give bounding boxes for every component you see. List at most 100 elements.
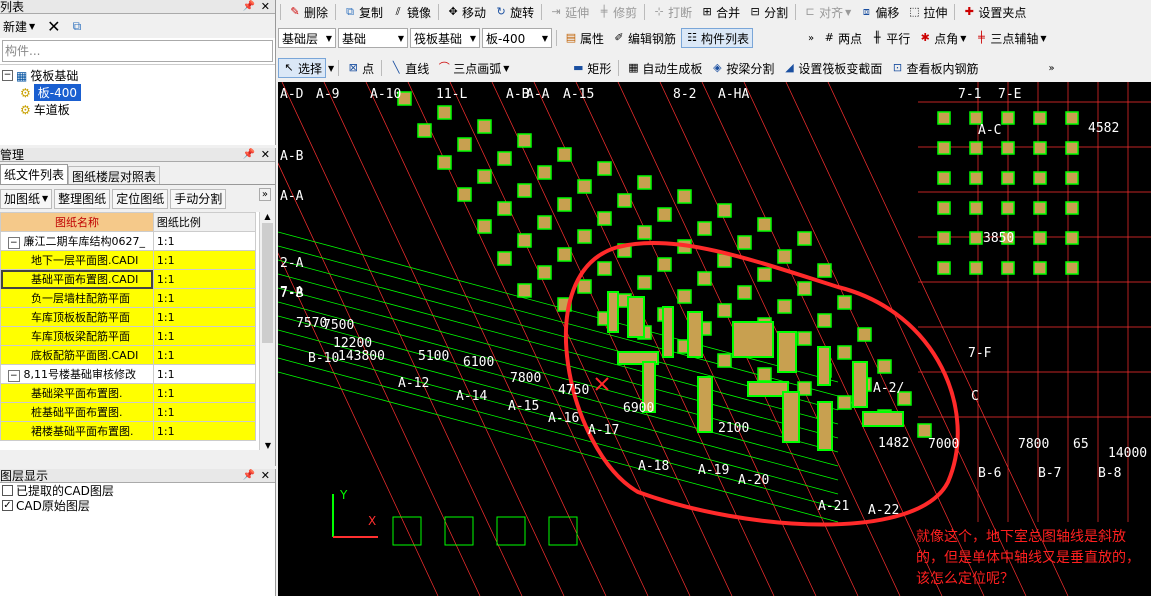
split-by-beam-button[interactable]: ◈ 按梁分割 bbox=[707, 58, 777, 78]
auto-generate-slab-button[interactable]: ▦ 自动生成板 bbox=[623, 58, 705, 78]
table-row[interactable]: 裙楼基础平面布置图. 1:1 bbox=[0, 421, 257, 441]
column-pad bbox=[1033, 231, 1047, 245]
column-pad bbox=[637, 225, 652, 240]
vertical-scrollbar[interactable]: ▲ ▼ bbox=[259, 212, 275, 450]
collapse-icon[interactable]: − bbox=[8, 237, 20, 249]
table-row[interactable]: 底板配筋平面图.CADI 1:1 bbox=[0, 345, 257, 365]
dimension-label: 1482 bbox=[878, 436, 909, 451]
table-row[interactable]: 桩基础平面布置图. 1:1 bbox=[0, 402, 257, 422]
line-button[interactable]: ╲ 直线 bbox=[386, 58, 432, 78]
locate-drawing-button[interactable]: 定位图纸 bbox=[112, 188, 169, 209]
table-row[interactable]: 车库顶板板配筋平面 1:1 bbox=[0, 307, 257, 327]
copy-button[interactable]: ⧉ 复制 bbox=[340, 2, 386, 22]
new-button[interactable]: 新建 ▼ bbox=[0, 16, 38, 36]
category-select[interactable]: 基础 ▼ bbox=[338, 28, 408, 48]
row-scale: 1:1 bbox=[152, 231, 257, 251]
scroll-down-icon[interactable]: ▼ bbox=[260, 441, 275, 450]
table-row[interactable]: 负一层墙柱配筋平面 1:1 bbox=[0, 288, 257, 308]
table-row-selected[interactable]: 基础平面布置图.CADI 1:1 bbox=[0, 269, 257, 289]
set-variable-section-button[interactable]: ◢ 设置筏板变截面 bbox=[779, 58, 885, 78]
split-beam-icon: ◈ bbox=[713, 61, 722, 74]
cad-canvas[interactable]: A-D A-9 A-10 11-L A-B A-A A-15 8-2 A-HA 7-1 7-E A-C… bbox=[278, 82, 1151, 596]
column-pad bbox=[577, 179, 592, 194]
copy-icon[interactable]: ⧉ bbox=[70, 16, 85, 36]
axis-label: A-16 bbox=[548, 411, 579, 426]
row-scale: 1:1 bbox=[152, 307, 257, 327]
dropdown-arrow-icon: ▼ bbox=[541, 33, 548, 43]
point-button[interactable]: ⊠ 点 bbox=[343, 58, 377, 78]
pin-icon[interactable]: 📌 bbox=[243, 148, 255, 162]
pin-icon[interactable]: 📌 bbox=[243, 469, 255, 483]
point-angle-button[interactable]: ✱ 点角 ▼ bbox=[915, 28, 969, 48]
table-row[interactable]: − 廉江二期车库结构0627_ 1:1 bbox=[0, 231, 257, 251]
component-select[interactable]: 板-400 ▼ bbox=[482, 28, 552, 48]
offset-button[interactable]: ⧈ 偏移 bbox=[856, 2, 902, 22]
close-icon[interactable]: ✕ bbox=[261, 0, 270, 14]
layer-item-extracted[interactable]: 已提取的CAD图层 bbox=[0, 483, 275, 498]
checkbox[interactable] bbox=[2, 485, 13, 496]
edit-rebar-button[interactable]: ✐ 编辑钢筋 bbox=[609, 28, 679, 48]
pin-icon[interactable]: 📌 bbox=[243, 0, 255, 14]
more-icon[interactable]: » bbox=[805, 28, 817, 48]
trim-button[interactable]: ╪ 修剪 bbox=[594, 2, 640, 22]
properties-button[interactable]: ▤ 属性 bbox=[561, 28, 607, 48]
scroll-up-icon[interactable]: ▲ bbox=[260, 212, 275, 221]
table-row[interactable]: 车库顶板梁配筋平面 1:1 bbox=[0, 326, 257, 346]
column-pad bbox=[697, 271, 712, 286]
layer-item-original[interactable]: ✓ CAD原始图层 bbox=[0, 498, 275, 513]
tree-item-ramp-slab[interactable]: ⚙ 车道板 bbox=[0, 101, 275, 118]
tree-root[interactable]: − ▦ 筏板基础 bbox=[0, 67, 275, 84]
row-name: 车库顶板梁配筋平面 bbox=[0, 326, 154, 346]
view-slab-rebar-button[interactable]: ⊡ 查看板内钢筋 bbox=[887, 58, 981, 78]
delete-icon[interactable]: ✕ bbox=[44, 16, 63, 36]
merge-button[interactable]: ⊞ 合并 bbox=[697, 2, 743, 22]
more-icon[interactable]: » bbox=[258, 188, 271, 201]
drawing-table-wrap: 图纸名称 图纸比例 − 廉江二期车库结构0627_ 1:1 地下一层平面图.CADI… bbox=[0, 212, 275, 450]
parallel-axis-button[interactable]: ╫ 平行 bbox=[867, 28, 913, 48]
collapse-icon[interactable]: − bbox=[2, 70, 13, 81]
two-point-axis-button[interactable]: # 两点 bbox=[819, 28, 865, 48]
select-button[interactable]: ↖ 选择 bbox=[278, 58, 327, 78]
column-pad bbox=[837, 395, 852, 410]
move-button[interactable]: ✥ 移动 bbox=[443, 2, 489, 22]
delete-button[interactable]: ✎ 删除 bbox=[285, 2, 331, 22]
manual-split-button[interactable]: 手动分割 bbox=[170, 188, 227, 209]
floor-select[interactable]: 基础层 ▼ bbox=[278, 28, 336, 48]
component-list-button[interactable]: ☷ 构件列表 bbox=[681, 28, 754, 48]
type-select[interactable]: 筏板基础 ▼ bbox=[410, 28, 480, 48]
close-icon[interactable]: ✕ bbox=[261, 469, 270, 483]
row-scale: 1:1 bbox=[152, 326, 257, 346]
table-row[interactable]: −8,11号楼基础审核修改 1:1 bbox=[0, 364, 257, 384]
rectangle-button[interactable]: ▬ 矩形 bbox=[568, 58, 614, 78]
split-button[interactable]: ⊟ 分割 bbox=[745, 2, 791, 22]
scroll-thumb[interactable] bbox=[262, 223, 273, 343]
organize-drawing-button[interactable]: 整理图纸 bbox=[54, 188, 111, 209]
three-point-axis-button[interactable]: ╪ 三点辅轴 ▼ bbox=[971, 28, 1049, 48]
more-icon[interactable]: » bbox=[1045, 58, 1057, 78]
mirror-button[interactable]: ⫽ 镜像 bbox=[388, 2, 434, 22]
set-grip-button[interactable]: ✚ 设置夹点 bbox=[959, 2, 1029, 22]
rotate-button[interactable]: ↻ 旋转 bbox=[491, 2, 537, 22]
add-drawing-button[interactable]: 加图纸 ▼ bbox=[0, 188, 53, 209]
align-button[interactable]: ⊏ 对齐 ▼ bbox=[800, 2, 854, 22]
checkbox-checked[interactable]: ✓ bbox=[2, 500, 13, 511]
table-row[interactable]: 地下一层平面图.CADI 1:1 bbox=[0, 250, 257, 270]
dropdown-arrow-icon: ▼ bbox=[960, 33, 967, 43]
tab-floor-mapping[interactable]: 图纸楼层对照表 bbox=[68, 166, 161, 184]
arc-button[interactable]: ⌒ 三点画弧 ▼ bbox=[434, 58, 512, 78]
dropdown-arrow-icon[interactable]: ▼ bbox=[328, 64, 334, 73]
tab-file-list[interactable]: 纸文件列表 bbox=[0, 164, 69, 184]
search-input[interactable]: 构件... bbox=[2, 40, 273, 62]
tree-item-board-400[interactable]: ⚙ 板-400 bbox=[0, 84, 275, 101]
column-pad bbox=[1065, 261, 1079, 275]
close-icon[interactable]: ✕ bbox=[261, 148, 270, 162]
break-button[interactable]: ⊹ 打断 bbox=[649, 2, 695, 22]
stretch-button[interactable]: ⬚ 拉伸 bbox=[904, 2, 950, 22]
axis-label: B-6 bbox=[978, 466, 1001, 481]
extend-button[interactable]: ⇥ 延伸 bbox=[546, 2, 592, 22]
column-pad bbox=[497, 201, 512, 216]
axis-label: B-7 bbox=[1038, 466, 1061, 481]
column-pad bbox=[777, 299, 792, 314]
collapse-icon[interactable]: − bbox=[8, 370, 20, 382]
table-row[interactable]: 基础梁平面布置图. 1:1 bbox=[0, 383, 257, 403]
